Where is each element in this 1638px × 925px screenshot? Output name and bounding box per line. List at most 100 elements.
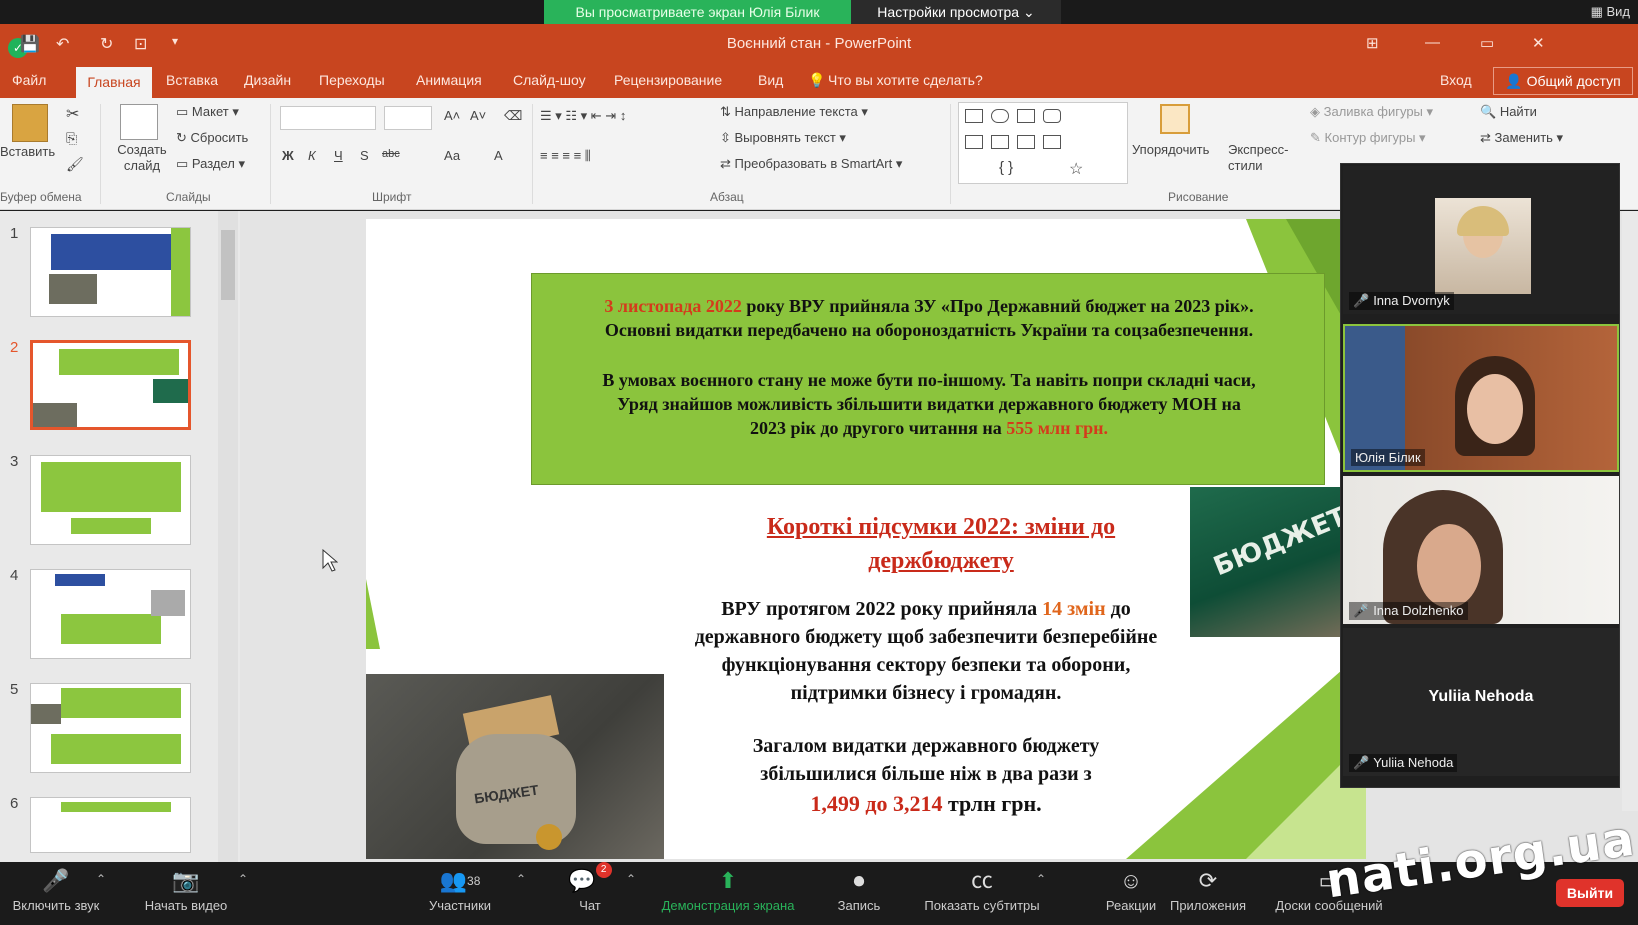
- video-tile[interactable]: 🎤 Inna Dvornyk: [1343, 166, 1619, 314]
- thumbnail-scrollbar[interactable]: [218, 211, 238, 863]
- video-tile[interactable]: Yuliia Nehoda 🎤 Yuliia Nehoda: [1343, 628, 1619, 776]
- shape-oval[interactable]: [991, 109, 1009, 123]
- align-icons[interactable]: ≡ ≡ ≡ ≡ ⫼: [540, 148, 591, 164]
- braces-icon[interactable]: { }: [999, 159, 1013, 176]
- shape-rounded-rect[interactable]: [1043, 109, 1061, 123]
- tab-animations[interactable]: Анимация: [416, 72, 482, 88]
- thumbnail-slide-5[interactable]: [30, 683, 191, 773]
- slide-number: 2: [10, 339, 19, 356]
- tab-slideshow[interactable]: Слайд-шоу: [513, 72, 586, 88]
- paste-button[interactable]: Вставить: [0, 144, 55, 159]
- start-video-button[interactable]: 📷 Начать видео: [128, 862, 244, 925]
- close-icon[interactable]: ✕: [1532, 34, 1545, 52]
- shadow-button[interactable]: S: [360, 148, 369, 163]
- star-icon[interactable]: ☆: [1069, 159, 1083, 179]
- smartart-button[interactable]: ⇄ Преобразовать в SmartArt ▾: [720, 156, 902, 172]
- tab-insert[interactable]: Вставка: [166, 72, 218, 88]
- shape-triangle[interactable]: [965, 135, 983, 149]
- strikethrough-button[interactable]: abc: [382, 148, 400, 160]
- shrink-font-icon[interactable]: A˅: [470, 108, 486, 123]
- shapes-gallery[interactable]: ☆ { }: [958, 102, 1128, 184]
- ribbon-display-icon[interactable]: ⊞: [1366, 34, 1379, 52]
- participants-button[interactable]: 👥38 Участники: [410, 862, 510, 925]
- signin-link[interactable]: Вход: [1440, 72, 1472, 88]
- arrange-icon[interactable]: [1160, 104, 1190, 134]
- layout-button[interactable]: ▭ Макет ▾: [176, 104, 239, 120]
- record-button[interactable]: ⏺ Запись: [826, 862, 892, 925]
- current-slide[interactable]: 3 листопада 2022 року ВРУ прийняла ЗУ «П…: [366, 219, 1366, 859]
- text-direction-button[interactable]: ⇅ Направление текста ▾: [720, 104, 868, 120]
- apps-button[interactable]: ⟳ Приложения: [1160, 862, 1256, 925]
- chevron-up-icon[interactable]: ⌃: [96, 872, 106, 886]
- bold-button[interactable]: Ж: [282, 148, 294, 163]
- format-painter-icon[interactable]: 🖌: [66, 156, 84, 173]
- unmute-button[interactable]: 🎤 Включить звук: [4, 862, 108, 925]
- chevron-up-icon[interactable]: ⌃: [238, 872, 248, 886]
- thumbnail-slide-3[interactable]: [30, 455, 191, 545]
- shape-arrow-down[interactable]: [1043, 135, 1061, 149]
- chevron-up-icon[interactable]: ⌃: [626, 872, 636, 886]
- copy-icon[interactable]: ⎘: [66, 130, 77, 147]
- video-tile[interactable]: 🎤 Inna Dolzhenko: [1343, 476, 1619, 624]
- bullets-icon[interactable]: ☰ ▾ ☷ ▾ ⇤ ⇥ ↕: [540, 108, 626, 124]
- italic-button[interactable]: К: [308, 148, 316, 163]
- shape-outline-button[interactable]: ✎ Контур фигуры ▾: [1310, 130, 1426, 146]
- tab-review[interactable]: Рецензирование: [614, 72, 722, 88]
- find-button[interactable]: 🔍 Найти: [1480, 104, 1537, 120]
- share-screen-button[interactable]: ⬆ Демонстрация экрана: [650, 862, 806, 925]
- slide-number: 3: [10, 453, 19, 470]
- thumb-block: [171, 228, 190, 316]
- shape-fill-button[interactable]: ◈ Заливка фигуры ▾: [1310, 104, 1433, 120]
- shape-connector[interactable]: [991, 135, 1009, 149]
- grow-font-icon[interactable]: A˄: [444, 108, 460, 123]
- change-case-button[interactable]: Аа: [444, 148, 460, 163]
- view-settings-dropdown[interactable]: Настройки просмотра ⌄: [851, 0, 1061, 24]
- info-line-4: Уряд знайшов можливість збільшити видатк…: [617, 394, 1241, 414]
- new-slide-button[interactable]: Создать слайд: [112, 142, 172, 174]
- chat-button[interactable]: 💬 2 Чат: [560, 862, 620, 925]
- leave-button[interactable]: Выйти: [1556, 879, 1624, 907]
- video-tile-active-speaker[interactable]: Юлія Білик: [1343, 324, 1619, 472]
- clear-format-icon[interactable]: ⌫: [504, 108, 522, 124]
- maximize-icon[interactable]: ▭: [1480, 34, 1494, 52]
- paste-icon[interactable]: [12, 104, 48, 142]
- reactions-button[interactable]: ☺ Реакции: [1096, 862, 1166, 925]
- thumbnail-slide-1[interactable]: [30, 227, 191, 317]
- minimize-icon[interactable]: —: [1425, 34, 1440, 51]
- new-slide-icon[interactable]: [120, 104, 158, 140]
- tab-transitions[interactable]: Переходы: [319, 72, 385, 88]
- quick-styles-button[interactable]: Экспресс-стили: [1228, 142, 1298, 174]
- align-text-button[interactable]: ⇳ Выровнять текст ▾: [720, 130, 846, 146]
- thumb-block: [59, 349, 179, 375]
- shape-textbox[interactable]: [965, 109, 983, 123]
- section-button[interactable]: ▭ Раздел ▾: [176, 156, 245, 172]
- slide-scrollbar[interactable]: [1622, 211, 1638, 811]
- chevron-up-icon[interactable]: ⌃: [516, 872, 526, 886]
- tab-home[interactable]: Главная: [76, 67, 152, 98]
- tab-view[interactable]: Вид: [758, 72, 783, 88]
- scrollbar-thumb[interactable]: [221, 230, 235, 300]
- tab-file[interactable]: Файл: [12, 72, 46, 88]
- chevron-up-icon[interactable]: ⌃: [1036, 872, 1046, 886]
- cut-icon[interactable]: ✂: [66, 104, 79, 124]
- arrange-button[interactable]: Упорядочить: [1132, 142, 1209, 157]
- replace-button[interactable]: ⇄ Заменить ▾: [1480, 130, 1563, 146]
- shape-rect[interactable]: [1017, 109, 1035, 123]
- font-color-button[interactable]: А: [494, 148, 503, 163]
- thumbnail-slide-6[interactable]: [30, 797, 191, 853]
- font-size-input[interactable]: [384, 106, 432, 130]
- zoom-view-button[interactable]: ▦ Вид: [1591, 4, 1630, 20]
- thumb-image: [153, 379, 188, 403]
- share-button[interactable]: 👤 Общий доступ: [1493, 67, 1633, 95]
- captions-button[interactable]: ㏄ Показать субтитры: [914, 862, 1050, 925]
- divider: [532, 104, 533, 204]
- thumbnail-slide-4[interactable]: [30, 569, 191, 659]
- mic-off-icon: 🎤: [1353, 293, 1370, 308]
- tell-me-search[interactable]: Что вы хотите сделать?: [828, 72, 983, 88]
- reset-button[interactable]: ↻ Сбросить: [176, 130, 248, 146]
- shape-arrow-right[interactable]: [1017, 135, 1035, 149]
- tab-design[interactable]: Дизайн: [244, 72, 291, 88]
- thumbnail-slide-2[interactable]: [30, 340, 191, 430]
- font-name-input[interactable]: [280, 106, 376, 130]
- underline-button[interactable]: Ч: [334, 148, 343, 163]
